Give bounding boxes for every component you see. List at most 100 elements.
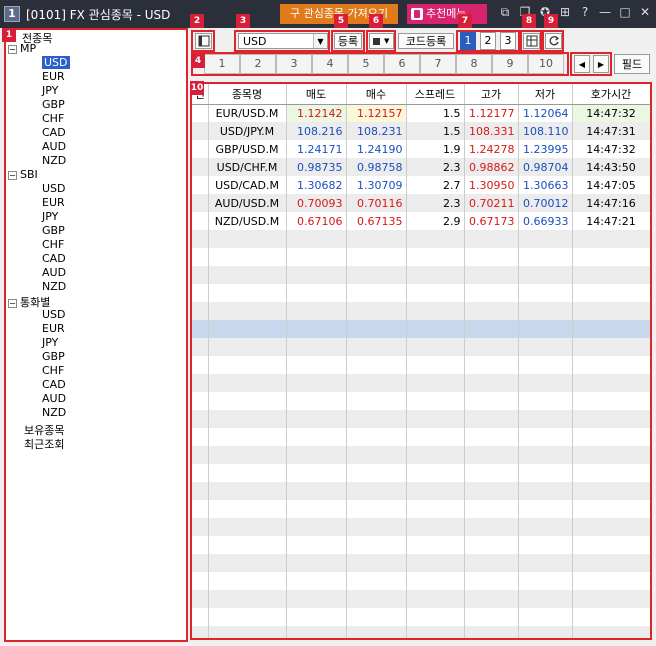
help-icon[interactable]: ? [578, 5, 592, 20]
tree-item-1-6[interactable]: AUD [42, 266, 66, 279]
tree-item-2-3[interactable]: GBP [42, 350, 65, 363]
table-row-empty[interactable] [192, 356, 650, 374]
tab-8[interactable]: 8 [456, 54, 492, 74]
table-row[interactable]: EUR/USD.M 1.12142 1.12157 1.5 1.12177 1.12064… [192, 104, 650, 122]
tab-9[interactable]: 9 [492, 54, 528, 74]
tab-5[interactable]: 5 [348, 54, 384, 74]
code-register-button[interactable]: 코드등록 [398, 33, 454, 49]
tree-item-1-2[interactable]: JPY [42, 210, 58, 223]
table-row-empty[interactable] [192, 392, 650, 410]
tree-item-1-3[interactable]: GBP [42, 224, 65, 237]
table-row-empty[interactable] [192, 320, 650, 338]
tree-item-1-1[interactable]: EUR [42, 196, 65, 209]
tree-item-2-2[interactable]: JPY [42, 336, 58, 349]
register-button[interactable]: 등록 [334, 33, 362, 49]
column-setting-button[interactable] [523, 33, 540, 49]
marker-10: 10 [190, 81, 204, 95]
tree-item-1-5[interactable]: CAD [42, 252, 66, 265]
tree-item-2-1[interactable]: EUR [42, 322, 65, 335]
window-link-icon[interactable]: ⧉ [498, 5, 512, 20]
tree-extra-1[interactable]: 최근조회 [24, 436, 64, 452]
table-row-empty[interactable] [192, 248, 650, 266]
refresh-button[interactable] [545, 33, 562, 49]
table-row-empty[interactable] [192, 482, 650, 500]
tree-item-0-0[interactable]: USD [42, 56, 70, 69]
tab-4[interactable]: 4 [312, 54, 348, 74]
table-row-empty[interactable] [192, 284, 650, 302]
table-row-empty[interactable] [192, 446, 650, 464]
table-row-empty[interactable] [192, 608, 650, 626]
column-header-7[interactable]: 호가시간 [572, 84, 650, 105]
maximize-icon[interactable]: □ [618, 5, 632, 20]
column-header-2[interactable]: 매도 [286, 84, 347, 105]
tree-group-1[interactable]: − SBI [8, 168, 38, 181]
tree-item-0-4[interactable]: CHF [42, 112, 64, 125]
field-button[interactable]: 필드 [614, 54, 650, 74]
table-row-empty[interactable] [192, 230, 650, 248]
column-header-3[interactable]: 매수 [346, 84, 407, 105]
group-select[interactable]: USD ▼ [238, 33, 328, 49]
tree-item-0-6[interactable]: AUD [42, 140, 66, 153]
page-button-1[interactable]: 1 [460, 32, 476, 50]
table-row-empty[interactable] [192, 338, 650, 356]
table-row[interactable]: GBP/USD.M 1.24171 1.24190 1.9 1.24278 1.23995… [192, 140, 650, 158]
page-button-2[interactable]: 2 [480, 32, 496, 50]
table-row-empty[interactable] [192, 410, 650, 428]
tree-item-2-0[interactable]: USD [42, 308, 66, 321]
table-row-empty[interactable] [192, 266, 650, 284]
layout-icon[interactable]: ⊞ [558, 5, 572, 20]
table-row[interactable]: USD/CHF.M 0.98735 0.98758 2.3 0.98862 0.98704… [192, 158, 650, 176]
column-header-1[interactable]: 종목명 [208, 84, 287, 105]
table-row-empty[interactable] [192, 572, 650, 590]
tree-item-1-0[interactable]: USD [42, 182, 66, 195]
table-row-empty[interactable] [192, 374, 650, 392]
tab-2[interactable]: 2 [240, 54, 276, 74]
table-row-empty[interactable] [192, 302, 650, 320]
tree-item-2-7[interactable]: NZD [42, 406, 66, 419]
table-row[interactable]: AUD/USD.M 0.70093 0.70116 2.3 0.70211 0.70012… [192, 194, 650, 212]
table-row[interactable]: NZD/USD.M 0.67106 0.67135 2.9 0.67173 0.66933… [192, 212, 650, 230]
empty-cell [208, 572, 287, 590]
table-row-empty[interactable] [192, 590, 650, 608]
tab-1[interactable]: 1 [204, 54, 240, 74]
tree-item-0-2[interactable]: JPY [42, 84, 58, 97]
page-button-3[interactable]: 3 [500, 32, 516, 50]
table-row-empty[interactable] [192, 536, 650, 554]
tab-3[interactable]: 3 [276, 54, 312, 74]
column-header-4[interactable]: 스프레드 [406, 84, 465, 105]
tab-scroll-left-button[interactable]: ◀ [574, 55, 590, 73]
tab-10[interactable]: 10 [528, 54, 564, 74]
display-mode-button[interactable]: ▼ [369, 33, 394, 49]
table-row-empty[interactable] [192, 428, 650, 446]
table-row[interactable]: USD/CAD.M 1.30682 1.30709 2.7 1.30950 1.30663… [192, 176, 650, 194]
tree-item-1-7[interactable]: NZD [42, 280, 66, 293]
tree-group-0[interactable]: − MP [8, 42, 36, 55]
tree-item-0-3[interactable]: GBP [42, 98, 65, 111]
collapse-icon[interactable]: − [8, 44, 17, 54]
table-row-empty[interactable] [192, 626, 650, 638]
tree-item-2-5[interactable]: CAD [42, 378, 66, 391]
close-icon[interactable]: ✕ [638, 5, 652, 20]
tree-toggle-button[interactable] [195, 33, 212, 49]
tab-7[interactable]: 7 [420, 54, 456, 74]
column-header-6[interactable]: 저가 [518, 84, 573, 105]
empty-cell [286, 536, 347, 554]
tree-item-1-4[interactable]: CHF [42, 238, 64, 251]
tab-scroll-right-button[interactable]: ▶ [593, 55, 609, 73]
column-header-5[interactable]: 고가 [464, 84, 519, 105]
table-row-empty[interactable] [192, 464, 650, 482]
table-row-empty[interactable] [192, 500, 650, 518]
tree-item-0-5[interactable]: CAD [42, 126, 66, 139]
table-row-empty[interactable] [192, 554, 650, 572]
tree-item-0-1[interactable]: EUR [42, 70, 65, 83]
collapse-icon[interactable]: − [8, 298, 17, 308]
tree-item-2-6[interactable]: AUD [42, 392, 66, 405]
table-row[interactable]: USD/JPY.M 108.216 108.231 1.5 108.331 108.110… [192, 122, 650, 140]
recommended-menu-button[interactable]: 추천메뉴 [407, 4, 487, 24]
tab-6[interactable]: 6 [384, 54, 420, 74]
tree-item-2-4[interactable]: CHF [42, 364, 64, 377]
collapse-icon[interactable]: − [8, 170, 17, 180]
table-row-empty[interactable] [192, 518, 650, 536]
tree-item-0-7[interactable]: NZD [42, 154, 66, 167]
minimize-icon[interactable]: — [598, 5, 612, 20]
